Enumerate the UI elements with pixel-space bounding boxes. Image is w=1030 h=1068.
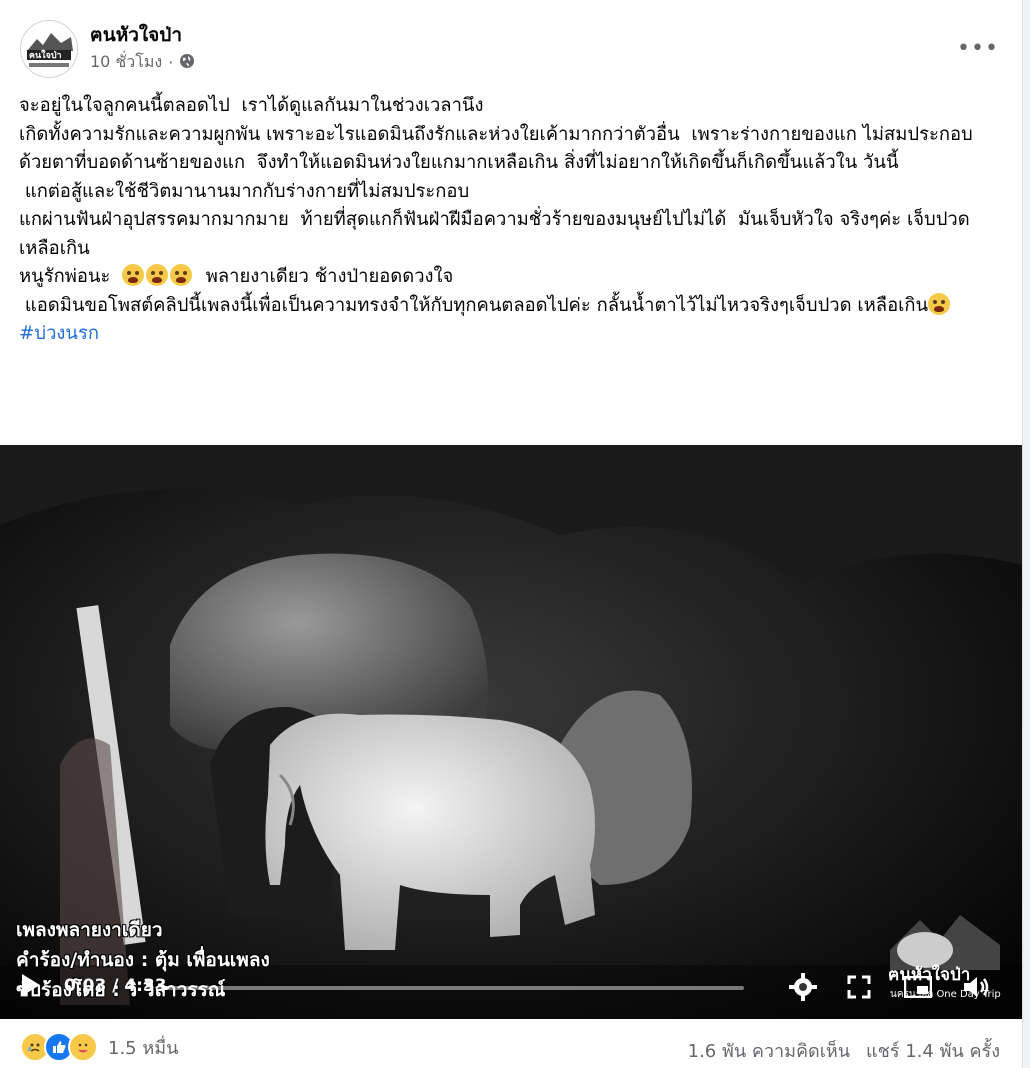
post-line-5: แกผ่านฟันฝ่าอุปสรรคมากมากมาย ท้ายที่สุดแ… [19, 209, 970, 259]
comments-count[interactable]: 1.6 พัน ความคิดเห็น [688, 1036, 850, 1065]
post-time[interactable]: 10 ชั่วโมง [90, 50, 162, 75]
crying-emoji-icon [170, 264, 193, 286]
more-icon[interactable]: ••• [957, 30, 998, 66]
reactions-summary[interactable]: 1.5 หมื่น [20, 1032, 178, 1062]
post-stats: 1.6 พัน ความคิดเห็น แชร์ 1.4 พัน ครั้ง [688, 1036, 1000, 1065]
crying-emoji-icon [928, 292, 951, 315]
post-line-6: หนูรักพ่อนะ พลายงาเดียว ช้างป่ายอดดวงใจ [19, 263, 1004, 292]
svg-text:ฅนใจป่า: ฅนใจป่า [29, 49, 62, 61]
love-line-suffix: พลายงาเดียว ช้างป่ายอดดวงใจ [194, 266, 454, 287]
post-line-8: #บ่วงนรก [19, 320, 1004, 349]
reaction-count: 1.5 หมื่น [108, 1037, 179, 1059]
progress-fill [162, 986, 169, 990]
post-line-1: จะอยู่ในใจลูกคนนี้ตลอดไป เราได้ดูแลกันมา… [19, 95, 484, 116]
avatar[interactable]: ฅนใจป่า [20, 20, 78, 78]
post-line-4: แกต่อสู้และใช้ชีวิตมานานมากกับร่างกายที่… [19, 180, 470, 202]
duration: 4:33 [124, 976, 167, 996]
love-line-prefix: หนูรักพ่อนะ [19, 266, 123, 287]
video-player[interactable]: เพลงพลายงาเดียว คำร้อง/ทำนอง : ตุ้ม เพื่… [0, 445, 1022, 1019]
care-reaction-icon [68, 1032, 98, 1062]
globe-icon [179, 53, 195, 73]
play-icon[interactable] [22, 974, 40, 996]
fullscreen-icon[interactable] [846, 974, 872, 1004]
caption-song-title: เพลงพลายงาเดียว [16, 919, 163, 941]
dot-separator: · [168, 53, 174, 72]
author-name[interactable]: ฅนหัวใจป่า [90, 20, 182, 50]
current-time: 0:03 [64, 976, 107, 996]
volume-icon[interactable] [962, 974, 992, 1004]
settings-icon[interactable] [788, 972, 818, 1006]
crying-emoji-icon [122, 264, 145, 286]
post-line-7: แอดมินขอโพสต์คลิปนี้เพลงนี้เพื่อเป็นความ… [19, 292, 1004, 321]
picture-in-picture-icon[interactable] [903, 975, 933, 1002]
last-line-text: แอดมินขอโพสต์คลิปนี้เพลงนี้เพื่อเป็นความ… [19, 294, 929, 316]
crying-emoji-icon [146, 264, 169, 286]
post-line-2: เกิดทั้งความรักและความผูกพัน เพราะอะไรแอ… [19, 123, 973, 145]
video-controls: 0:03 / 4:33 [0, 960, 1022, 1016]
post-meta: 10 ชั่วโมง · [90, 50, 195, 75]
post-text: จะอยู่ในใจลูกคนนี้ตลอดไป เราได้ดูแลกันมา… [19, 92, 1004, 349]
hashtag-link[interactable]: #บ่วงนรก [19, 323, 99, 344]
shares-count[interactable]: แชร์ 1.4 พัน ครั้ง [866, 1036, 1000, 1065]
progress-bar[interactable] [162, 986, 744, 990]
post-line-3: ด้วยตาที่บอดด้านซ้ายของแก จึงทำให้แอดมิน… [19, 152, 899, 173]
post-card: ฅนใจป่า ฅนหัวใจป่า 10 ชั่วโมง · ••• จะอย… [0, 0, 1023, 1068]
video-time: 0:03 / 4:33 [64, 976, 167, 996]
